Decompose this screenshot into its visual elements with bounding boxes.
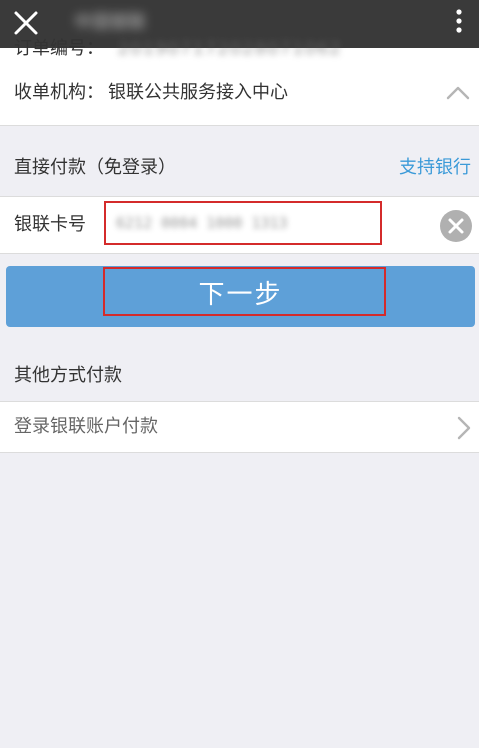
other-methods-title: 其他方式付款 <box>14 365 122 386</box>
chevron-right-icon <box>457 416 471 440</box>
order-info-panel: 订单编号： 201907172028071062 收单机构： 银联公共服务接入中心 <box>0 38 479 126</box>
other-methods-header: 其他方式付款 <box>0 354 479 400</box>
direct-pay-header: 直接付款（免登录） 支持银行 <box>0 148 479 188</box>
merchant-row: 收单机构： 银联公共服务接入中心 <box>14 81 288 105</box>
order-number-value: 201907172028071062 <box>117 38 342 59</box>
page-title: 中国银联 <box>74 12 146 33</box>
card-number-row: 银联卡号 <box>0 196 479 254</box>
clear-input-icon[interactable] <box>439 209 473 243</box>
merchant-label: 收单机构： <box>14 82 104 103</box>
next-step-button[interactable]: 下一步 <box>6 266 475 327</box>
more-vertical-icon[interactable] <box>447 4 471 44</box>
card-number-field-outline <box>104 201 382 245</box>
login-account-pay-row[interactable]: 登录银联账户付款 <box>0 401 479 453</box>
login-account-pay-label: 登录银联账户付款 <box>14 416 158 437</box>
order-number-label: 订单编号： <box>14 38 104 59</box>
supported-banks-link[interactable]: 支持银行 <box>399 156 471 180</box>
card-number-label: 银联卡号 <box>14 214 86 235</box>
chevron-up-icon[interactable] <box>445 80 471 106</box>
merchant-value: 银联公共服务接入中心 <box>108 82 288 103</box>
card-number-input[interactable] <box>116 203 370 243</box>
next-step-label: 下一步 <box>198 280 283 310</box>
direct-pay-title: 直接付款（免登录） <box>14 157 176 178</box>
order-number-row: 订单编号： 201907172028071062 <box>14 38 342 60</box>
